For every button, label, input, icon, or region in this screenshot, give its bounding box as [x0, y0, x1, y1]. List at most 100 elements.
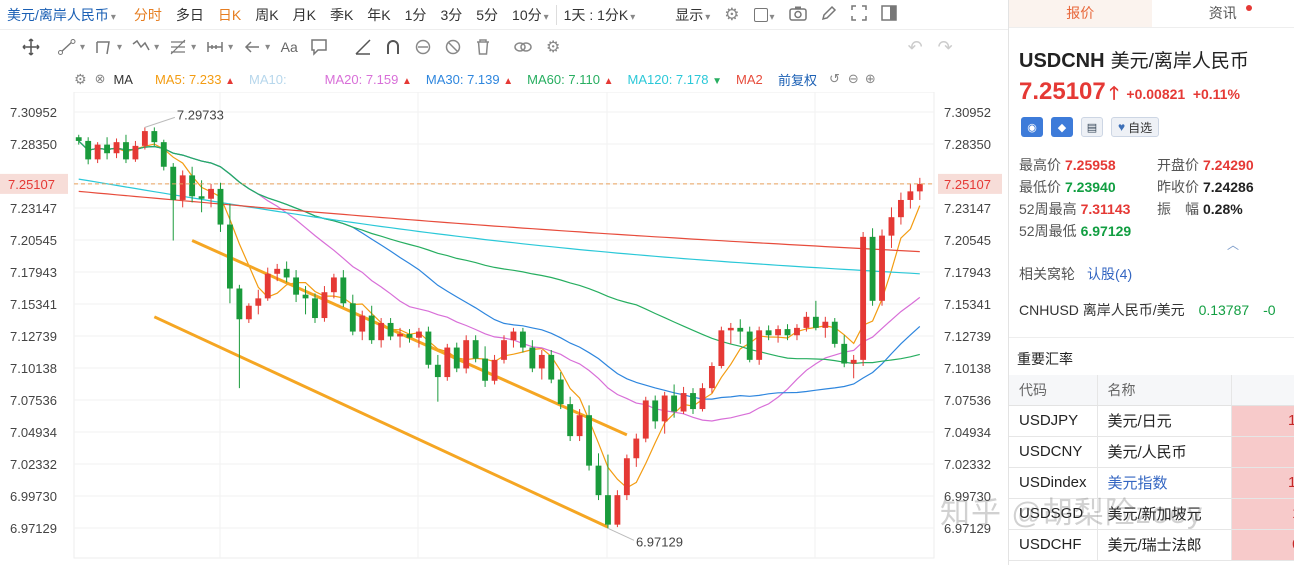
channel-icon[interactable]	[93, 36, 115, 58]
chevron-down-icon[interactable]: ▾	[154, 42, 159, 53]
text-icon[interactable]: Aa	[278, 36, 300, 58]
fullscreen-icon[interactable]	[844, 5, 874, 24]
candle-body	[132, 145, 139, 160]
table-row[interactable]: USDindex美元指数106	[1009, 467, 1294, 499]
rate-name[interactable]: 美元指数	[1096, 467, 1231, 499]
add-favorite-button[interactable]: ♥ 自选	[1111, 117, 1160, 137]
color-picker[interactable]: ▾	[747, 7, 782, 23]
tag-icon[interactable]: ◆	[1051, 117, 1073, 137]
warrants-link[interactable]: 认股(4)	[1087, 266, 1132, 282]
range-dropdown[interactable]: 1天 : 1分K ▾	[555, 4, 643, 25]
candle-body	[330, 277, 337, 293]
candle-body	[217, 188, 224, 225]
candle-body	[775, 329, 781, 336]
symbol-header: USDCNH 美元/离岸人民币	[1019, 46, 1249, 73]
undo-icon[interactable]: ↶	[904, 36, 926, 58]
period-tab[interactable]: 1分	[398, 5, 434, 25]
symbol-code: USDCNH	[1019, 50, 1105, 72]
candle-body	[179, 175, 186, 200]
wave-icon[interactable]	[130, 36, 152, 58]
chevron-down-icon: ▾	[110, 11, 116, 23]
stats-grid: 最高价 7.25958 开盘价 7.24290 最低价 7.23940 昨收价 7.24286…	[1019, 155, 1289, 243]
candle-body	[557, 379, 564, 405]
action-icons: ◉ ◆ ▤ ♥ 自选	[1021, 117, 1160, 137]
measure-icon[interactable]	[204, 36, 226, 58]
table-row[interactable]: USDSGD美元/新加坡元1.3	[1009, 498, 1294, 530]
period-tab[interactable]: 5分	[469, 5, 505, 25]
candle-body	[510, 331, 517, 341]
table-header: 代码 名称 最	[1009, 375, 1294, 406]
redo-icon[interactable]: ↷	[934, 36, 956, 58]
candle-body	[397, 334, 403, 337]
comment-icon[interactable]	[308, 36, 330, 58]
close-icon[interactable]: ⊗	[95, 71, 106, 87]
tab-news[interactable]: 资讯	[1152, 0, 1294, 27]
pencil-icon[interactable]	[814, 5, 844, 24]
chevron-down-icon[interactable]: ▾	[191, 42, 196, 53]
chevron-down-icon[interactable]: ▾	[80, 42, 85, 53]
chevron-down-icon[interactable]: ▾	[265, 42, 270, 53]
hide-icon[interactable]	[442, 36, 464, 58]
square-icon	[753, 7, 768, 22]
panel-toggle-icon[interactable]	[874, 5, 904, 24]
collapse-icon[interactable]: ︿	[1227, 236, 1239, 253]
rate-code: USDJPY	[1009, 405, 1097, 437]
tab-quote[interactable]: 报价	[1009, 0, 1152, 27]
candlestick-chart[interactable]: 7.30952 7.30952 7.28350 7.28350 7.25107 7.251…	[0, 91, 1008, 565]
y-tick-label-right: 7.04934	[944, 425, 991, 440]
fibonacci-icon[interactable]	[167, 36, 189, 58]
candle-body	[850, 359, 857, 364]
chevron-down-icon[interactable]: ▾	[117, 42, 122, 53]
table-row[interactable]: USDCHF美元/瑞士法郎0.8	[1009, 529, 1294, 561]
trendline-icon[interactable]	[56, 36, 78, 58]
ruler-icon[interactable]	[352, 36, 374, 58]
period-tab[interactable]: 分时	[127, 5, 169, 25]
current-price-label-left: 7.25107	[8, 177, 55, 192]
rate-value: 155	[1230, 405, 1294, 437]
camera-icon[interactable]	[782, 5, 814, 24]
lock-icon[interactable]	[412, 36, 434, 58]
cnhusd-row[interactable]: CNHUSD 离岸人民币/美元 0.13787 -0	[1019, 300, 1276, 320]
candle-body	[406, 334, 413, 338]
trash-icon[interactable]	[472, 36, 494, 58]
table-row[interactable]: USDCNY美元/人民币7.	[1009, 436, 1294, 468]
candle-body	[482, 358, 489, 381]
settings-icon[interactable]: ⚙	[717, 5, 746, 25]
move-icon[interactable]	[20, 36, 42, 58]
period-tab[interactable]: 周K	[248, 5, 285, 25]
zoom-out-icon[interactable]: ⊖	[848, 71, 859, 87]
period-tab[interactable]: 3分	[433, 5, 469, 25]
candle-body	[519, 331, 526, 348]
rate-value: 106	[1230, 467, 1294, 499]
period-tab[interactable]: 年K	[360, 5, 397, 25]
period-tab[interactable]: 季K	[323, 5, 360, 25]
candle-body	[794, 327, 800, 336]
display-dropdown[interactable]: 显示 ▾	[668, 5, 717, 25]
settings-icon[interactable]: ⚙	[74, 71, 87, 88]
candle-body	[652, 400, 659, 422]
table-row[interactable]: USDJPY美元/日元155	[1009, 405, 1294, 437]
y-tick-label-left: 7.17943	[10, 265, 57, 280]
chevron-down-icon[interactable]: ▾	[228, 42, 233, 53]
period-tab[interactable]: 月K	[286, 5, 323, 25]
candle-body	[141, 131, 148, 146]
period-dropdown[interactable]: 10分 ▾	[505, 5, 556, 25]
current-price-label-right: 7.25107	[944, 177, 991, 192]
note-icon[interactable]: ▤	[1081, 117, 1103, 137]
gear-icon[interactable]: ⚙	[542, 36, 564, 58]
adjust-selector[interactable]: 前复权	[778, 70, 817, 89]
candle-body	[548, 354, 555, 380]
globe-icon[interactable]: ◉	[1021, 117, 1043, 137]
period-tab[interactable]: 多日	[169, 5, 211, 25]
stat-label: 最高价	[1019, 157, 1061, 173]
zoom-in-icon[interactable]: ⊕	[865, 71, 876, 87]
arrow-left-icon[interactable]	[241, 36, 263, 58]
candle-body	[831, 321, 838, 344]
magnet-icon[interactable]	[382, 36, 404, 58]
symbol-selector[interactable]: 美元/离岸人民币 ▾	[0, 5, 123, 25]
y-tick-label-left: 7.20545	[10, 233, 57, 248]
link-icon[interactable]	[512, 36, 534, 58]
period-tab-active[interactable]: 日K	[211, 5, 248, 25]
reset-icon[interactable]: ↺	[829, 71, 840, 87]
candle-body	[160, 142, 167, 167]
